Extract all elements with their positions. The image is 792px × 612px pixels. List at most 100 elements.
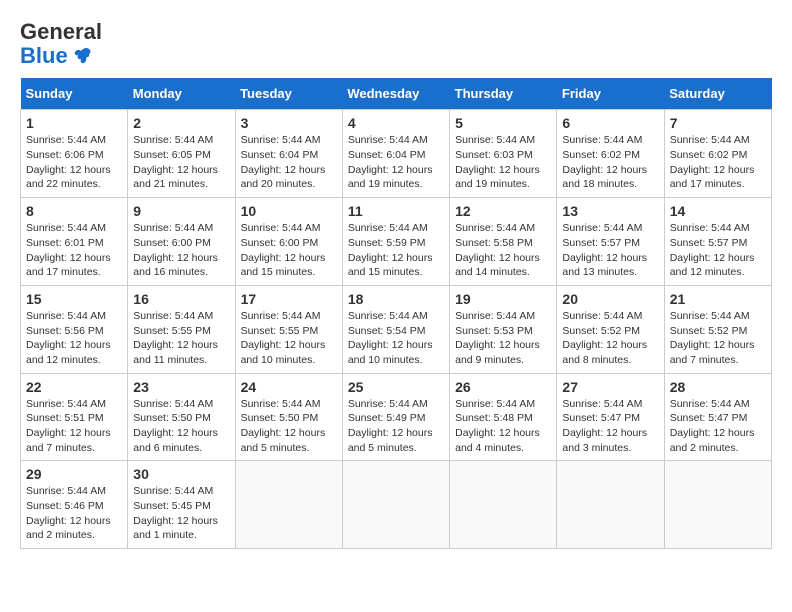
day-info: Sunrise: 5:44 AMSunset: 5:58 PMDaylight:… — [455, 221, 551, 280]
day-number: 5 — [455, 115, 551, 131]
calendar-cell: 15Sunrise: 5:44 AMSunset: 5:56 PMDayligh… — [21, 285, 128, 373]
day-number: 25 — [348, 379, 444, 395]
calendar-week-row: 8Sunrise: 5:44 AMSunset: 6:01 PMDaylight… — [21, 198, 772, 286]
day-number: 10 — [241, 203, 337, 219]
calendar-header-row: SundayMondayTuesdayWednesdayThursdayFrid… — [21, 78, 772, 110]
day-number: 20 — [562, 291, 658, 307]
day-number: 3 — [241, 115, 337, 131]
day-info: Sunrise: 5:44 AMSunset: 5:54 PMDaylight:… — [348, 309, 444, 368]
day-info: Sunrise: 5:44 AMSunset: 5:48 PMDaylight:… — [455, 397, 551, 456]
calendar-cell: 4 Sunrise: 5:44 AMSunset: 6:04 PMDaylight… — [342, 110, 449, 198]
calendar-cell: 26Sunrise: 5:44 AMSunset: 5:48 PMDayligh… — [450, 373, 557, 461]
calendar-cell: 17 Sunrise: 5:44 AMSunset: 5:55 PMDayligh… — [235, 285, 342, 373]
calendar-cell: 11 Sunrise: 5:44 AMSunset: 5:59 PMDayligh… — [342, 198, 449, 286]
calendar-cell: 13 Sunrise: 5:44 AMSunset: 5:57 PMDayligh… — [557, 198, 664, 286]
day-number: 6 — [562, 115, 658, 131]
day-info: Sunrise: 5:44 AMSunset: 5:45 PMDaylight:… — [133, 484, 229, 543]
logo-general: General — [20, 19, 102, 44]
calendar-cell: 20 Sunrise: 5:44 AMSunset: 5:52 PMDayligh… — [557, 285, 664, 373]
day-info: Sunrise: 5:44 AMSunset: 5:55 PMDaylight:… — [241, 309, 337, 368]
day-number: 28 — [670, 379, 766, 395]
calendar-table: SundayMondayTuesdayWednesdayThursdayFrid… — [20, 78, 772, 549]
calendar-cell: 5 Sunrise: 5:44 AMSunset: 6:03 PMDaylight… — [450, 110, 557, 198]
day-number: 12 — [455, 203, 551, 219]
day-number: 29 — [26, 466, 122, 482]
day-info: Sunrise: 5:44 AMSunset: 6:04 PMDaylight:… — [348, 133, 444, 192]
calendar-cell: 24Sunrise: 5:44 AMSunset: 5:50 PMDayligh… — [235, 373, 342, 461]
header-thursday: Thursday — [450, 78, 557, 110]
day-info: Sunrise: 5:44 AMSunset: 6:00 PMDaylight:… — [241, 221, 337, 280]
calendar-cell — [664, 461, 771, 549]
day-info: Sunrise: 5:44 AMSunset: 5:50 PMDaylight:… — [133, 397, 229, 456]
calendar-cell: 23 Sunrise: 5:44 AMSunset: 5:50 PMDayligh… — [128, 373, 235, 461]
calendar-cell: 1 Sunrise: 5:44 AMSunset: 6:06 PMDaylight… — [21, 110, 128, 198]
day-info: Sunrise: 5:44 AMSunset: 6:02 PMDaylight:… — [670, 133, 766, 192]
calendar-cell: 3 Sunrise: 5:44 AMSunset: 6:04 PMDaylight… — [235, 110, 342, 198]
header-saturday: Saturday — [664, 78, 771, 110]
header-sunday: Sunday — [21, 78, 128, 110]
day-info: Sunrise: 5:44 AMSunset: 5:52 PMDaylight:… — [670, 309, 766, 368]
day-info: Sunrise: 5:44 AMSunset: 5:49 PMDaylight:… — [348, 397, 444, 456]
day-number: 2 — [133, 115, 229, 131]
day-info: Sunrise: 5:44 AMSunset: 6:03 PMDaylight:… — [455, 133, 551, 192]
calendar-cell: 19Sunrise: 5:44 AMSunset: 5:53 PMDayligh… — [450, 285, 557, 373]
day-number: 17 — [241, 291, 337, 307]
calendar-cell: 25 Sunrise: 5:44 AMSunset: 5:49 PMDayligh… — [342, 373, 449, 461]
day-info: Sunrise: 5:44 AMSunset: 6:04 PMDaylight:… — [241, 133, 337, 192]
calendar-week-row: 1 Sunrise: 5:44 AMSunset: 6:06 PMDaylight… — [21, 110, 772, 198]
calendar-cell: 12 Sunrise: 5:44 AMSunset: 5:58 PMDayligh… — [450, 198, 557, 286]
day-info: Sunrise: 5:44 AMSunset: 5:52 PMDaylight:… — [562, 309, 658, 368]
day-number: 16 — [133, 291, 229, 307]
calendar-cell: 7Sunrise: 5:44 AMSunset: 6:02 PMDaylight… — [664, 110, 771, 198]
day-number: 14 — [670, 203, 766, 219]
day-number: 30 — [133, 466, 229, 482]
logo-text: General Blue — [20, 20, 102, 68]
day-info: Sunrise: 5:44 AMSunset: 6:01 PMDaylight:… — [26, 221, 122, 280]
calendar-week-row: 29Sunrise: 5:44 AMSunset: 5:46 PMDayligh… — [21, 461, 772, 549]
day-info: Sunrise: 5:44 AMSunset: 5:57 PMDaylight:… — [670, 221, 766, 280]
calendar-cell: 8Sunrise: 5:44 AMSunset: 6:01 PMDaylight… — [21, 198, 128, 286]
day-number: 4 — [348, 115, 444, 131]
day-number: 11 — [348, 203, 444, 219]
calendar-cell — [235, 461, 342, 549]
day-number: 27 — [562, 379, 658, 395]
calendar-cell: 6 Sunrise: 5:44 AMSunset: 6:02 PMDaylight… — [557, 110, 664, 198]
day-number: 18 — [348, 291, 444, 307]
day-info: Sunrise: 5:44 AMSunset: 5:55 PMDaylight:… — [133, 309, 229, 368]
day-info: Sunrise: 5:44 AMSunset: 5:59 PMDaylight:… — [348, 221, 444, 280]
logo-blue-text: Blue — [20, 44, 68, 68]
calendar-cell — [450, 461, 557, 549]
calendar-cell: 21 Sunrise: 5:44 AMSunset: 5:52 PMDayligh… — [664, 285, 771, 373]
day-info: Sunrise: 5:44 AMSunset: 6:06 PMDaylight:… — [26, 133, 122, 192]
calendar-cell: 10 Sunrise: 5:44 AMSunset: 6:00 PMDayligh… — [235, 198, 342, 286]
calendar-cell: 29Sunrise: 5:44 AMSunset: 5:46 PMDayligh… — [21, 461, 128, 549]
calendar-week-row: 22Sunrise: 5:44 AMSunset: 5:51 PMDayligh… — [21, 373, 772, 461]
day-info: Sunrise: 5:44 AMSunset: 5:51 PMDaylight:… — [26, 397, 122, 456]
calendar-cell: 30 Sunrise: 5:44 AMSunset: 5:45 PMDayligh… — [128, 461, 235, 549]
header-monday: Monday — [128, 78, 235, 110]
calendar-cell — [557, 461, 664, 549]
day-number: 1 — [26, 115, 122, 131]
header-tuesday: Tuesday — [235, 78, 342, 110]
day-number: 21 — [670, 291, 766, 307]
calendar-cell: 2 Sunrise: 5:44 AMSunset: 6:05 PMDaylight… — [128, 110, 235, 198]
logo-bird-icon — [71, 45, 93, 67]
day-info: Sunrise: 5:44 AMSunset: 6:02 PMDaylight:… — [562, 133, 658, 192]
day-number: 13 — [562, 203, 658, 219]
calendar-week-row: 15Sunrise: 5:44 AMSunset: 5:56 PMDayligh… — [21, 285, 772, 373]
day-number: 9 — [133, 203, 229, 219]
day-info: Sunrise: 5:44 AMSunset: 5:47 PMDaylight:… — [670, 397, 766, 456]
calendar-cell: 28 Sunrise: 5:44 AMSunset: 5:47 PMDayligh… — [664, 373, 771, 461]
day-info: Sunrise: 5:44 AMSunset: 5:57 PMDaylight:… — [562, 221, 658, 280]
calendar-cell: 14 Sunrise: 5:44 AMSunset: 5:57 PMDayligh… — [664, 198, 771, 286]
day-info: Sunrise: 5:44 AMSunset: 5:47 PMDaylight:… — [562, 397, 658, 456]
day-number: 23 — [133, 379, 229, 395]
header-wednesday: Wednesday — [342, 78, 449, 110]
logo: General Blue — [20, 20, 102, 68]
day-info: Sunrise: 5:44 AMSunset: 5:53 PMDaylight:… — [455, 309, 551, 368]
header-friday: Friday — [557, 78, 664, 110]
calendar-cell: 9Sunrise: 5:44 AMSunset: 6:00 PMDaylight… — [128, 198, 235, 286]
day-info: Sunrise: 5:44 AMSunset: 6:05 PMDaylight:… — [133, 133, 229, 192]
calendar-cell: 22Sunrise: 5:44 AMSunset: 5:51 PMDayligh… — [21, 373, 128, 461]
calendar-cell: 18 Sunrise: 5:44 AMSunset: 5:54 PMDayligh… — [342, 285, 449, 373]
